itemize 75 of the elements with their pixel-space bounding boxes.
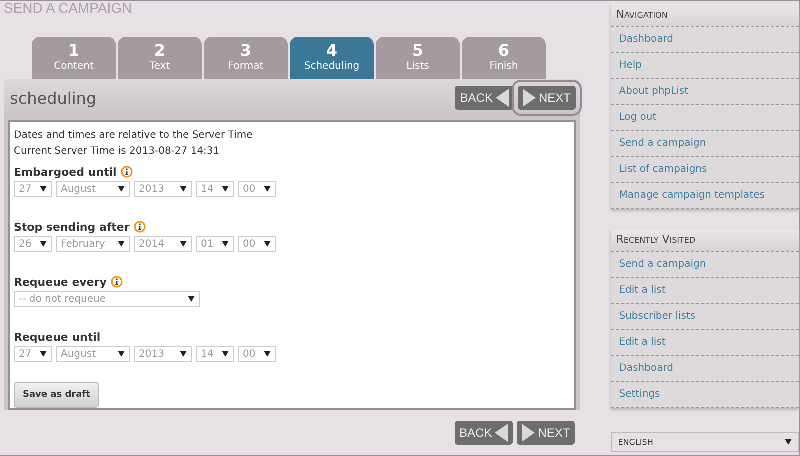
dropdown[interactable]: 14: [196, 346, 234, 362]
caret-icon: [118, 186, 125, 192]
left-triangle-icon: [496, 89, 509, 107]
caret-icon: [264, 186, 271, 192]
field-label: Embargoed until: [14, 166, 117, 178]
caret-icon: [180, 241, 187, 247]
info-icon[interactable]: [120, 166, 133, 178]
dropdown[interactable]: August: [56, 181, 130, 197]
sidebar-link[interactable]: Settings: [611, 382, 799, 408]
sidebar-link[interactable]: Dashboard: [611, 27, 799, 53]
info-icon[interactable]: [110, 276, 123, 288]
caret-icon: [222, 351, 229, 357]
dropdown[interactable]: 14: [196, 181, 234, 197]
right-triangle-icon: [522, 424, 536, 442]
dropdown[interactable]: -- do not requeue: [14, 291, 200, 307]
step-tab[interactable]: 4 Scheduling: [290, 37, 374, 79]
back-button[interactable]: BACK: [454, 421, 514, 445]
back-button[interactable]: BACK: [455, 86, 514, 110]
sidebar-link[interactable]: Manage campaign templates: [611, 183, 799, 209]
dropdown[interactable]: 2013: [134, 181, 192, 197]
sidebar-link[interactable]: Subscriber lists: [611, 304, 799, 330]
step-tab[interactable]: 3 Format: [204, 37, 288, 79]
dropdown[interactable]: 01: [196, 236, 234, 252]
info-icon[interactable]: [134, 221, 146, 233]
language-dropdown[interactable]: ENGLISH: [611, 432, 799, 452]
caret-icon: [40, 186, 47, 192]
caret-icon: [785, 439, 792, 445]
dropdown[interactable]: August: [56, 346, 130, 362]
dropdown[interactable]: 27: [14, 181, 52, 197]
page-title: SEND A CAMPAIGN: [3, 1, 134, 18]
dropdown[interactable]: 26: [14, 236, 52, 252]
sidebar-link[interactable]: Send a campaign: [611, 252, 799, 278]
dropdown[interactable]: 2013: [134, 346, 192, 362]
next-button[interactable]: NEXT: [517, 421, 576, 445]
dropdown[interactable]: February: [56, 236, 130, 252]
caret-icon: [180, 186, 187, 192]
step-tab[interactable]: 6 Finish: [462, 37, 546, 79]
left-triangle-icon: [495, 424, 508, 442]
sidebar-heading: Recently Visited: [611, 229, 799, 252]
dropdown[interactable]: 00: [238, 181, 276, 197]
info-text: Dates and times are relative to the Server Time: [14, 129, 254, 143]
dropdown[interactable]: 2014: [134, 236, 192, 252]
dropdown[interactable]: 27: [14, 346, 52, 362]
caret-icon: [40, 241, 47, 247]
field-label: Requeue until: [14, 330, 101, 344]
step-tab[interactable]: 1 Content: [32, 37, 116, 79]
panel-title: scheduling: [9, 88, 97, 108]
caret-icon: [118, 241, 125, 247]
sidebar-link[interactable]: Dashboard: [611, 356, 799, 382]
caret-icon: [180, 351, 187, 357]
caret-icon: [264, 241, 271, 247]
caret-icon: [264, 351, 271, 357]
dropdown[interactable]: 00: [238, 346, 276, 362]
step-tab[interactable]: 5 Lists: [376, 37, 460, 79]
field-label: Stop sending after: [14, 220, 130, 234]
sidebar-link[interactable]: About phpList: [611, 79, 799, 105]
caret-icon: [40, 351, 47, 357]
caret-icon: [188, 296, 195, 302]
sidebar-link[interactable]: Help: [611, 53, 799, 79]
save-draft-button[interactable]: Save as draft: [14, 382, 100, 408]
sidebar-link[interactable]: Log out: [611, 105, 799, 131]
info-text: Current Server Time is 2013-08-27 14:31: [14, 145, 221, 159]
caret-icon: [222, 241, 229, 247]
sidebar-heading: Navigation: [611, 4, 799, 27]
step-tab[interactable]: 2 Text: [118, 37, 202, 79]
next-button[interactable]: NEXT: [518, 86, 576, 110]
sidebar-link[interactable]: List of campaigns: [611, 157, 799, 183]
sidebar-link[interactable]: Send a campaign: [611, 131, 799, 157]
caret-icon: [118, 351, 125, 357]
sidebar-link[interactable]: Edit a list: [611, 330, 799, 356]
sidebar-link[interactable]: Edit a list: [611, 278, 799, 304]
caret-icon: [222, 186, 229, 192]
right-triangle-icon: [522, 89, 536, 107]
dropdown[interactable]: 00: [238, 236, 276, 252]
field-label: Requeue every: [14, 276, 107, 288]
